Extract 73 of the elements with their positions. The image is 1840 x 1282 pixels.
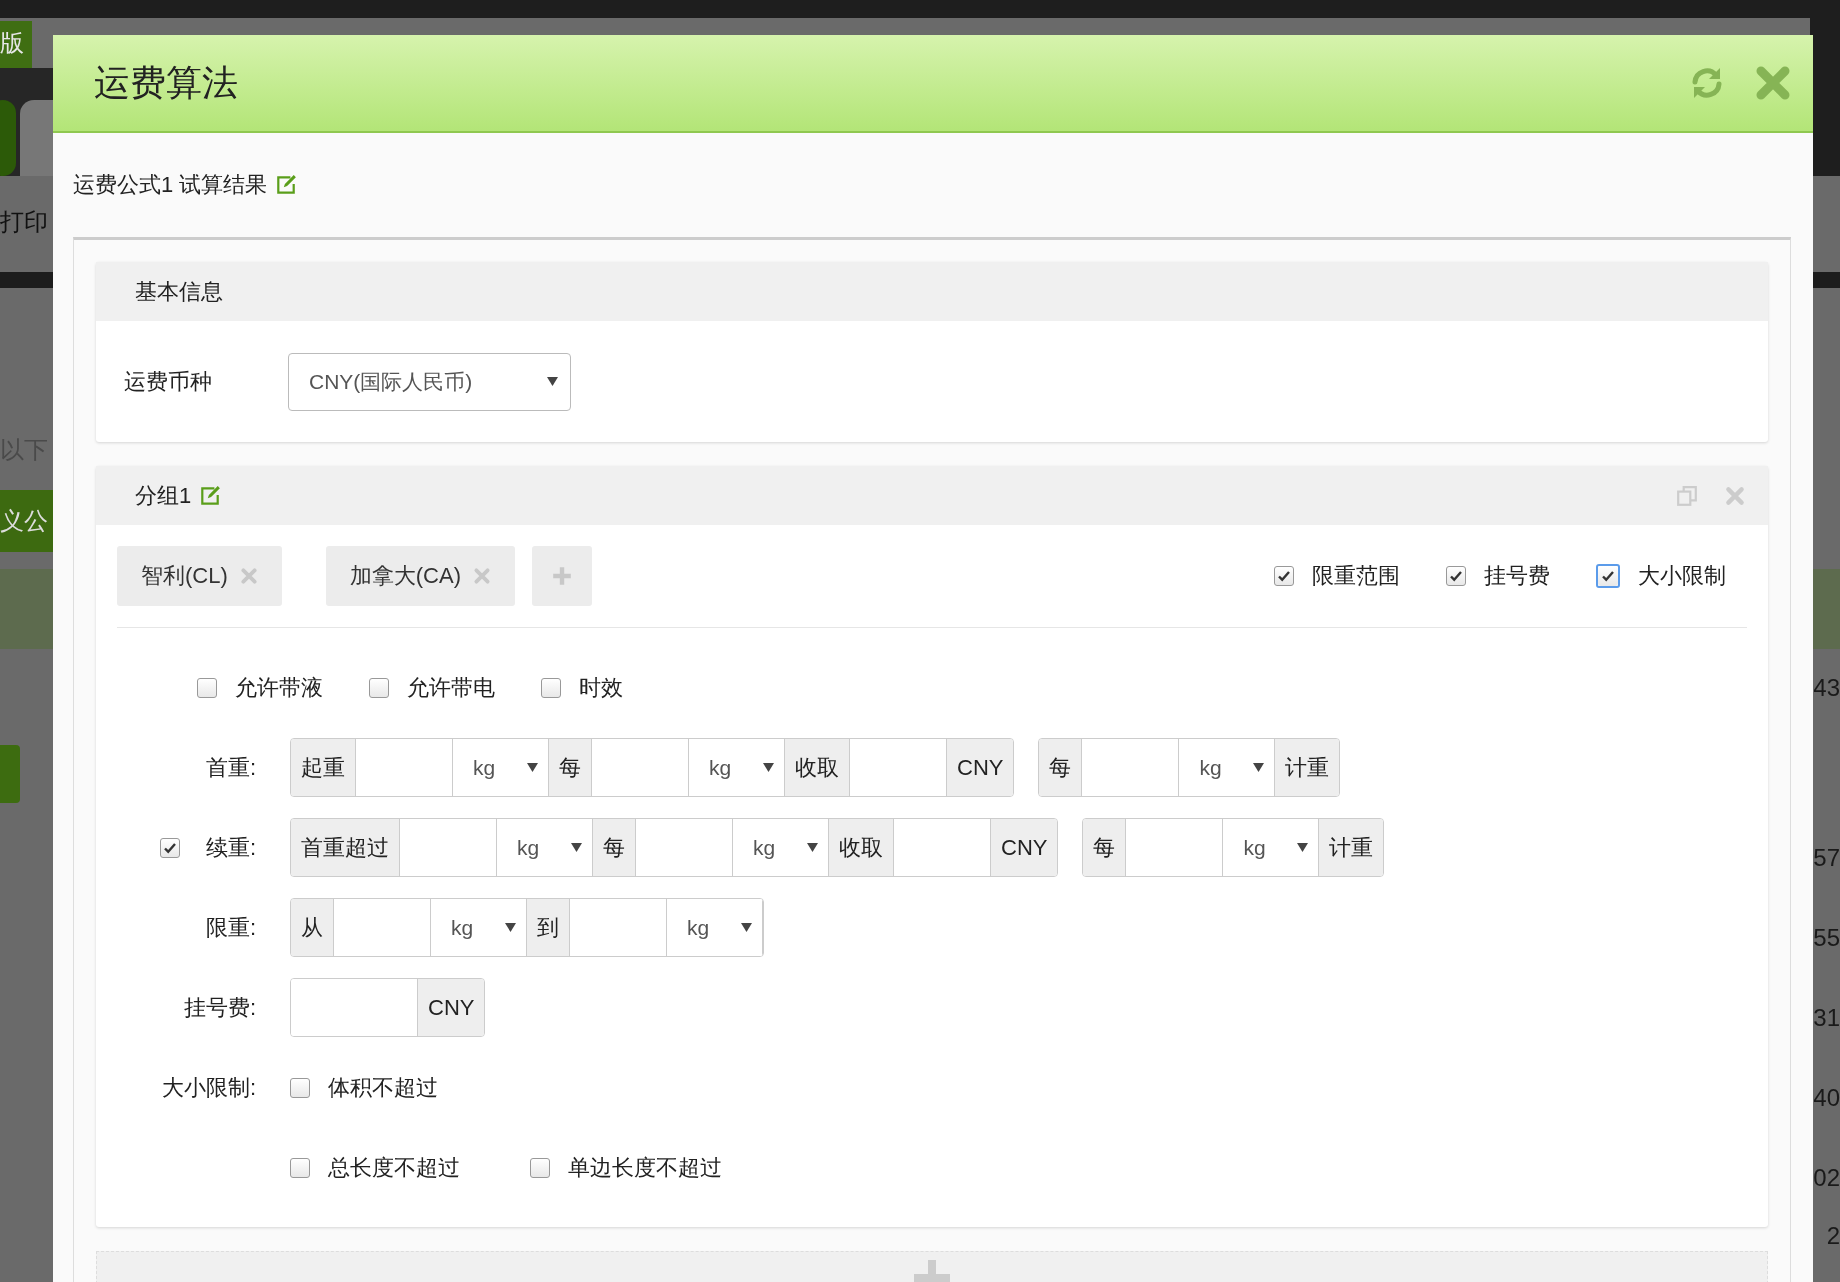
input-addon: 每 xyxy=(593,819,636,876)
input-addon: 计重 xyxy=(1275,739,1340,796)
input-addon: CNY xyxy=(991,819,1058,876)
caret-icon xyxy=(527,763,538,772)
option-label: 允许带液 xyxy=(235,674,323,702)
edit-icon[interactable] xyxy=(275,174,298,196)
background-number: 2 xyxy=(1825,1221,1840,1251)
option-label: 时效 xyxy=(579,674,623,702)
section-title: 基本信息 xyxy=(135,277,223,306)
background-number: 55 xyxy=(1814,923,1840,953)
field-label: 大小限制: xyxy=(161,1073,256,1102)
caret-icon xyxy=(1297,843,1309,852)
checkbox[interactable] xyxy=(1446,566,1466,586)
background-number: 31 xyxy=(1814,1003,1840,1033)
background-number: 57 xyxy=(1814,843,1840,873)
option-label: 大小限制 xyxy=(1638,562,1726,590)
input-addon: 从 xyxy=(291,899,334,956)
background-number: 02 xyxy=(1814,1163,1840,1193)
checkbox[interactable] xyxy=(290,1077,310,1098)
button-shape xyxy=(0,745,20,803)
country-tag[interactable]: 加拿大(CA) xyxy=(325,546,515,606)
checkbox[interactable] xyxy=(530,1157,550,1178)
background-text: 打印 xyxy=(0,207,48,237)
option-label: 单边长度不超过 xyxy=(568,1153,722,1182)
dialog-title: 运费算法 xyxy=(94,60,238,105)
checkbox[interactable] xyxy=(290,1157,310,1178)
option-label: 总长度不超过 xyxy=(328,1153,460,1182)
caret-icon xyxy=(807,843,818,852)
field-label: 续重: xyxy=(205,833,256,862)
country-tag[interactable]: 智利(CL) xyxy=(117,546,282,606)
formula-title: 运费公式1 试算结果 xyxy=(73,171,268,199)
checkbox[interactable] xyxy=(541,678,561,698)
close-icon[interactable] xyxy=(1724,484,1746,507)
checkbox[interactable] xyxy=(160,837,180,858)
input-addon: 每 xyxy=(1083,819,1127,876)
input-addon: 计重 xyxy=(1319,819,1384,876)
option-label: 体积不超过 xyxy=(328,1073,438,1102)
input-addon: 每 xyxy=(549,739,592,796)
input-addon: CNY xyxy=(947,739,1014,796)
caret-icon xyxy=(763,763,774,772)
input-addon: 收取 xyxy=(785,739,850,796)
input-field[interactable] xyxy=(291,979,418,1036)
input-addon: 每 xyxy=(1039,739,1083,796)
checkbox[interactable] xyxy=(1274,566,1294,586)
edit-icon[interactable] xyxy=(199,484,222,507)
option-label: 挂号费 xyxy=(1484,562,1550,590)
currency-label: 运费币种 xyxy=(123,367,213,396)
field-label: 首重: xyxy=(205,753,256,782)
plus-icon xyxy=(551,565,573,587)
background-number: 43 xyxy=(1814,673,1840,703)
remove-icon[interactable] xyxy=(239,567,258,585)
option-label: 允许带电 xyxy=(407,674,495,702)
checkbox[interactable] xyxy=(197,678,217,698)
caret-icon xyxy=(1253,763,1265,772)
caret-icon xyxy=(547,377,558,386)
input-addon: 起重 xyxy=(291,739,356,796)
option-label: 限重范围 xyxy=(1312,562,1400,590)
input-addon: 收取 xyxy=(829,819,894,876)
currency-select[interactable]: CNY(国际人民币) xyxy=(288,352,571,411)
caret-icon xyxy=(571,843,582,852)
input-addon: 到 xyxy=(527,899,570,956)
input-addon: 首重超过 xyxy=(291,819,400,876)
caret-icon xyxy=(505,923,516,932)
field-label: 限重: xyxy=(205,913,256,942)
input-addon: CNY xyxy=(418,979,485,1036)
add-button[interactable] xyxy=(532,546,592,606)
copy-icon[interactable] xyxy=(1676,484,1698,507)
background-number: 40 xyxy=(1814,1083,1840,1113)
section-title: 分组1 xyxy=(135,481,192,510)
checkbox[interactable] xyxy=(369,678,389,698)
caret-icon xyxy=(741,923,752,932)
field-label: 挂号费: xyxy=(183,993,256,1022)
remove-icon[interactable] xyxy=(473,567,491,585)
